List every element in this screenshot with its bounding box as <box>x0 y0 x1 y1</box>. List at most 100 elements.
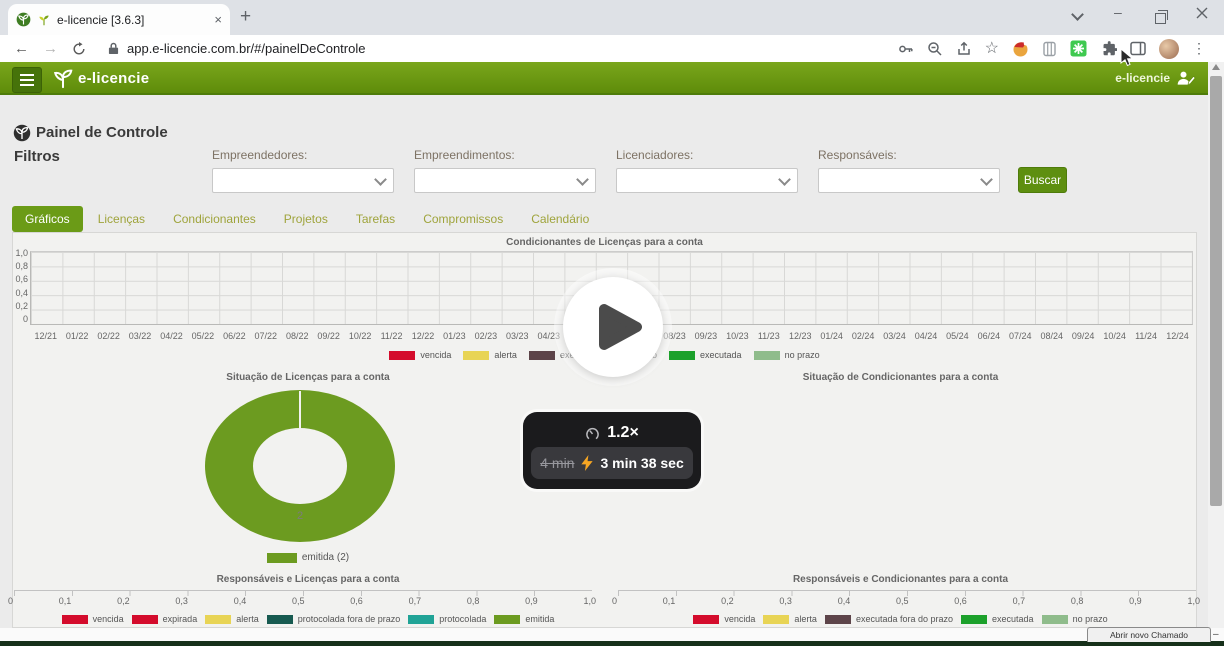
legend-item: alerta <box>463 350 517 360</box>
x-tick: 0 <box>612 596 617 606</box>
legend-swatch <box>389 351 415 360</box>
legend-item: emitida (2) <box>267 552 349 563</box>
legend-label: protocolada fora de prazo <box>298 614 401 624</box>
x-tick: 02/22 <box>93 331 124 341</box>
close-icon[interactable] <box>1196 7 1208 19</box>
x-tick: 0,7 <box>1013 596 1026 606</box>
playback-speed-pill[interactable]: 1.2× 4 min 3 min 38 sec <box>523 412 701 489</box>
dashboard-tab[interactable]: Projetos <box>271 206 341 232</box>
dashboard-tab[interactable]: Tarefas <box>343 206 408 232</box>
x-tick: 0,9 <box>1129 596 1142 606</box>
legend-label: protocolada <box>439 614 486 624</box>
legend-swatch <box>267 615 293 624</box>
legend-label: no prazo <box>785 350 820 360</box>
x-axis-ticks-left: 00,10,20,30,40,50,60,70,80,91,0 <box>8 596 596 606</box>
browser-tab[interactable]: e-licencie [3.6.3] × <box>8 4 230 35</box>
legend-label: executada fora do prazo <box>856 614 953 624</box>
legend-item: executada <box>669 350 742 360</box>
x-tick: 09/24 <box>1067 331 1098 341</box>
tab-title: e-licencie [3.6.3] <box>57 13 208 27</box>
menu-dots-icon[interactable]: ⋮ <box>1192 40 1206 57</box>
scrollbar-thumb[interactable] <box>1210 76 1222 506</box>
url-bar[interactable]: app.e-licencie.com.br/#/painelDeControle <box>127 41 365 56</box>
x-tick: 12/23 <box>785 331 816 341</box>
x-tick: 02/23 <box>470 331 501 341</box>
x-tick: 01/24 <box>816 331 847 341</box>
filter-select[interactable] <box>616 168 798 193</box>
minimize-icon[interactable]: – <box>1114 4 1122 20</box>
legend-swatch <box>1042 615 1068 624</box>
dashboard-tab[interactable]: Licenças <box>85 206 158 232</box>
legend-resp-condicionantes: vencidaalertaexecutada fora do prazoexec… <box>604 614 1197 624</box>
legend-swatch <box>463 351 489 360</box>
bottom-bar <box>0 641 1224 646</box>
account-menu[interactable]: e-licencie <box>1115 70 1196 86</box>
x-tick: 0,1 <box>663 596 676 606</box>
filter-field: Licenciadores: <box>616 148 798 193</box>
lock-icon[interactable] <box>108 42 119 55</box>
green-extension-icon[interactable] <box>1070 40 1087 57</box>
dashboard-tab[interactable]: Compromissos <box>410 206 516 232</box>
chevron-down-icon <box>980 173 993 186</box>
x-tick: 10/24 <box>1099 331 1130 341</box>
play-button[interactable] <box>563 277 663 377</box>
scrollbar-up-icon[interactable] <box>1212 64 1220 70</box>
x-tick: 08/22 <box>282 331 313 341</box>
dashboard-tabs: GráficosLicençasCondicionantesProjetosTa… <box>12 206 602 232</box>
x-tick: 10/22 <box>344 331 375 341</box>
legend-item: protocolada fora de prazo <box>267 614 401 624</box>
filter-select[interactable] <box>212 168 394 193</box>
dashboard-icon <box>13 124 31 142</box>
filter-field: Responsáveis: <box>818 148 1000 193</box>
restore-icon[interactable] <box>1155 13 1166 24</box>
santa-extension-icon[interactable] <box>1012 40 1029 57</box>
tab-close-icon[interactable]: × <box>214 13 222 26</box>
bolt-icon <box>581 455 593 471</box>
share-icon[interactable] <box>956 41 972 57</box>
buscar-button[interactable]: Buscar <box>1018 167 1067 193</box>
zoom-out-icon[interactable] <box>927 41 943 57</box>
legend-label: no prazo <box>1073 614 1108 624</box>
profile-avatar[interactable] <box>1159 39 1179 59</box>
reload-icon[interactable] <box>72 42 86 56</box>
chart-title-condicionantes: Condicionantes de Licenças para a conta <box>12 237 1197 248</box>
x-tick: 0,5 <box>896 596 909 606</box>
chart-title-situacao-condicionantes: Situação de Condicionantes para a conta <box>604 372 1197 383</box>
legend-item: alerta <box>763 614 817 624</box>
filter-select[interactable] <box>414 168 596 193</box>
key-icon[interactable] <box>898 41 914 57</box>
legend-donut: emitida (2) <box>12 552 604 563</box>
puzzle-icon[interactable] <box>1100 40 1117 57</box>
legend-item: protocolada <box>408 614 486 624</box>
x-tick: 12/22 <box>407 331 438 341</box>
cursor-pointer <box>1120 48 1134 68</box>
legend-item: executada fora do prazo <box>825 614 953 624</box>
dashboard-tab[interactable]: Calendário <box>518 206 602 232</box>
legend-item: emitida <box>494 614 554 624</box>
hamburger-menu-button[interactable] <box>12 67 42 93</box>
x-tick: 0,1 <box>59 596 72 606</box>
legend-swatch <box>825 615 851 624</box>
support-tab[interactable]: Abrir novo Chamado <box>1087 627 1211 642</box>
filter-select[interactable] <box>818 168 1000 193</box>
x-tick: 12/24 <box>1162 331 1193 341</box>
dashboard-tab[interactable]: Condicionantes <box>160 206 269 232</box>
forward-icon[interactable]: → <box>43 40 58 57</box>
dashboard-tab[interactable]: Gráficos <box>12 206 83 232</box>
x-tick: 03/22 <box>124 331 155 341</box>
back-icon[interactable]: ← <box>14 40 29 57</box>
speed-row: 1.2× <box>531 419 693 447</box>
y-tick: 0 <box>23 314 28 324</box>
support-minimize-icon[interactable]: – <box>1213 629 1219 640</box>
x-tick: 08/24 <box>1036 331 1067 341</box>
chevron-down-icon <box>576 173 589 186</box>
star-icon[interactable]: ☆ <box>985 41 999 57</box>
legend-label: vencida <box>724 614 755 624</box>
x-tick: 0,9 <box>525 596 538 606</box>
y-tick: 0,2 <box>15 301 28 311</box>
filter-field: Empreendimentos: <box>414 148 596 193</box>
x-tick: 0,7 <box>409 596 422 606</box>
column-extension-icon[interactable] <box>1042 41 1057 57</box>
new-tab-icon[interactable]: + <box>240 6 251 28</box>
x-tick: 0,4 <box>838 596 851 606</box>
